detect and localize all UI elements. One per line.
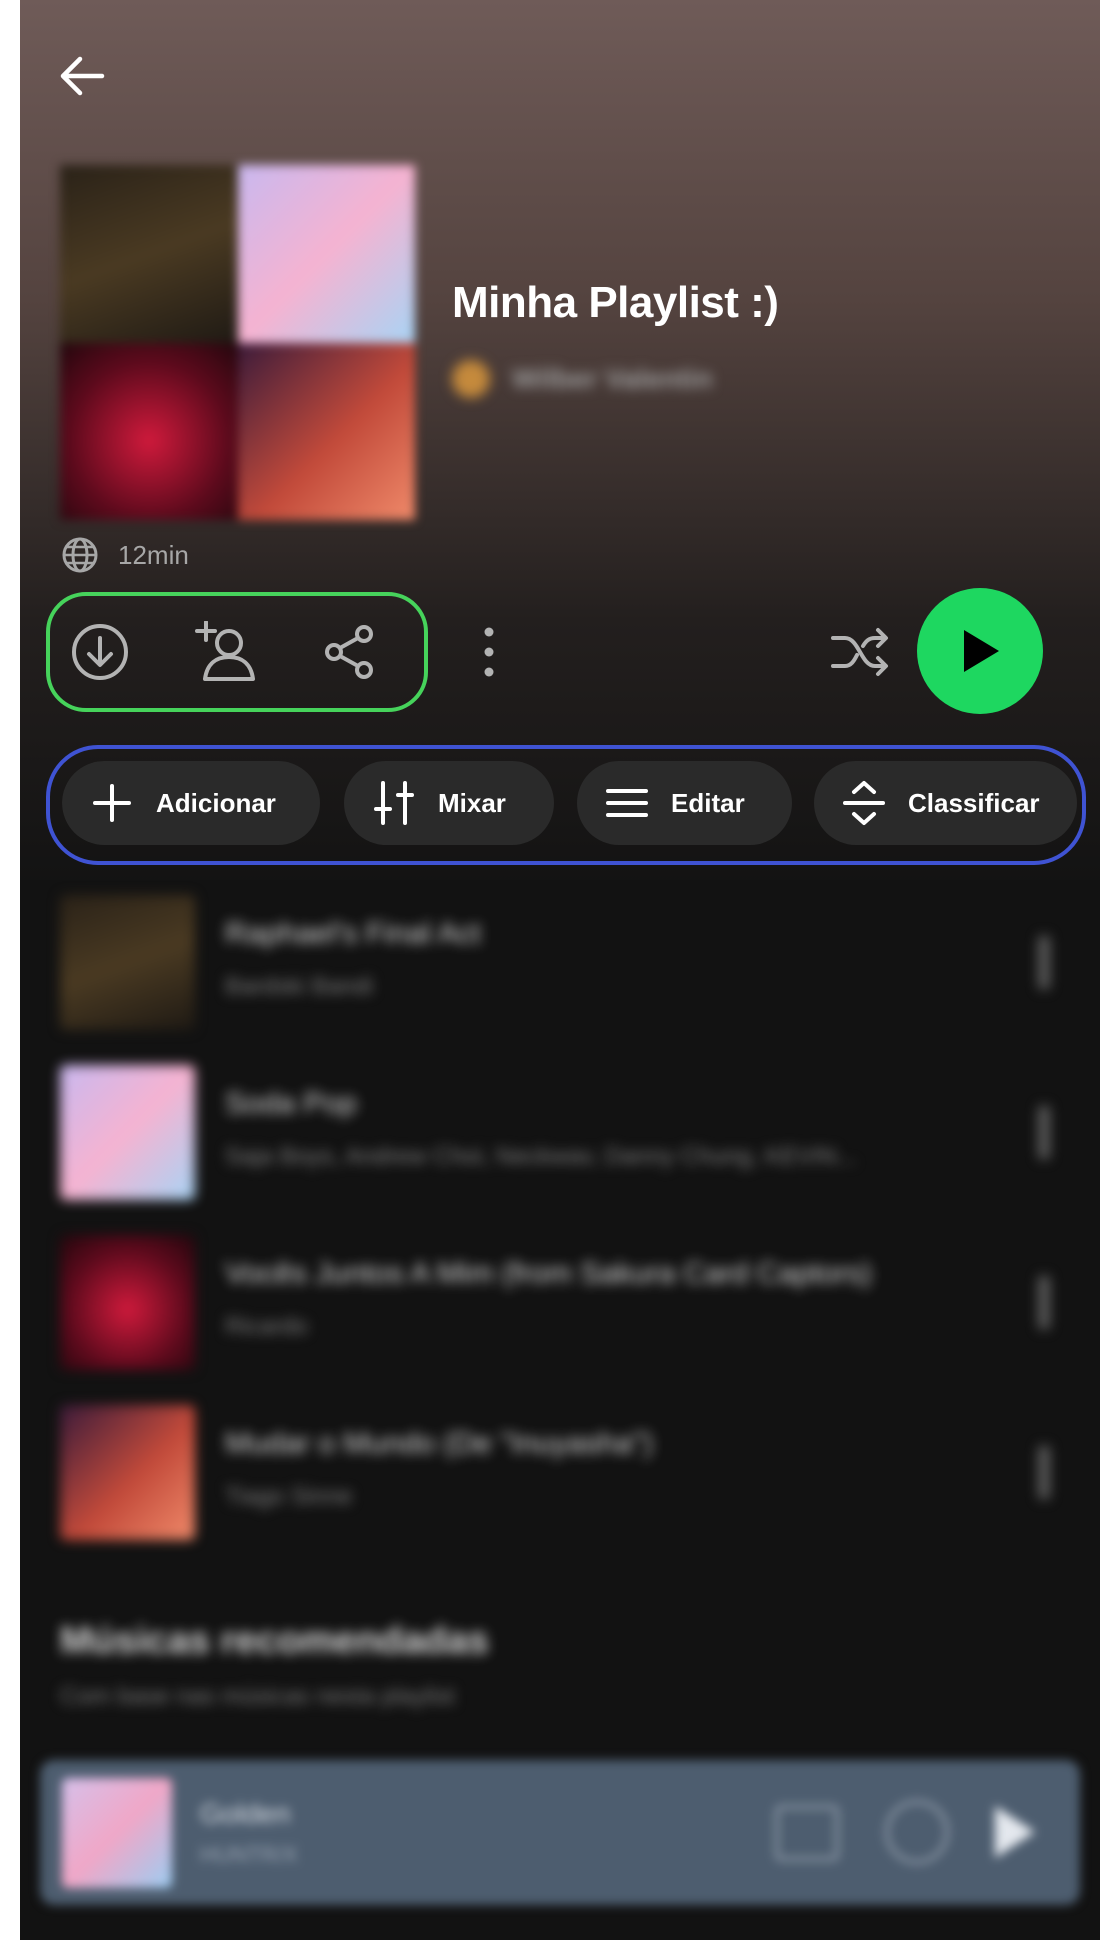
list-icon <box>605 781 649 825</box>
track-row[interactable]: Mudar o Mundo (De "Inuyasha") Tiago Sinn… <box>60 1405 1060 1540</box>
play-icon <box>964 630 999 672</box>
playlist-duration: 12min <box>118 539 189 570</box>
owner-name: Wilber Valentin <box>512 363 713 394</box>
devices-icon[interactable] <box>775 1805 839 1861</box>
track-artwork <box>60 1405 195 1540</box>
track-artist: Tiago Sinne <box>225 1483 353 1510</box>
download-button[interactable] <box>60 612 140 692</box>
playlist-cover <box>60 165 415 520</box>
track-title: Vocês Juntos A Mim (from Sakura Card Cap… <box>225 1257 872 1290</box>
sliders-icon <box>372 781 416 825</box>
sort-icon <box>842 781 886 825</box>
mini-player-artist: HUNTR/X <box>200 1842 298 1867</box>
track-row[interactable]: Soda Pop Saja Boys, Andrew Choi, Neckwav… <box>60 1065 1060 1200</box>
track-artist: Ricardo <box>225 1313 308 1340</box>
recommended-heading: Músicas recomendadas <box>60 1620 489 1662</box>
add-user-icon <box>195 621 255 681</box>
add-collaborator-button[interactable] <box>182 612 268 692</box>
download-icon <box>72 624 128 680</box>
sort-chip-label: Classificar <box>908 787 1040 818</box>
playlist-title: Minha Playlist :) <box>452 278 779 327</box>
add-chip[interactable]: Adicionar <box>62 761 320 845</box>
track-row[interactable]: Vocês Juntos A Mim (from Sakura Card Cap… <box>60 1235 1060 1370</box>
track-more-icon[interactable] <box>1038 935 1050 990</box>
track-title: Soda Pop <box>225 1087 357 1120</box>
share-icon <box>325 625 373 679</box>
track-more-icon[interactable] <box>1038 1275 1050 1330</box>
track-artwork <box>60 1065 195 1200</box>
add-to-library-icon[interactable] <box>885 1800 949 1864</box>
share-button[interactable] <box>310 612 390 692</box>
playlist-owner[interactable]: Wilber Valentin <box>452 360 712 398</box>
mini-player[interactable]: Golden HUNTR/X <box>40 1760 1080 1905</box>
chip-row: Adicionar Mixar Editar Classificar <box>62 761 1077 845</box>
back-button[interactable] <box>46 40 118 112</box>
shuffle-button[interactable] <box>820 612 900 692</box>
add-chip-label: Adicionar <box>156 787 276 818</box>
mini-player-title: Golden <box>200 1798 291 1829</box>
globe-icon <box>62 537 98 573</box>
track-artwork <box>60 895 195 1030</box>
track-artist: Saja Boys, Andrew Choi, Neckwav, Danny C… <box>225 1143 857 1170</box>
track-title: Raphael's Final Act <box>225 917 481 950</box>
track-more-icon[interactable] <box>1038 1445 1050 1500</box>
track-more-icon[interactable] <box>1038 1105 1050 1160</box>
edit-chip[interactable]: Editar <box>577 761 792 845</box>
plus-icon <box>90 781 134 825</box>
track-row[interactable]: Raphael's Final Act Bardski Bandi <box>60 895 1060 1030</box>
track-artist: Bardski Bandi <box>225 973 374 1000</box>
edit-chip-label: Editar <box>671 787 745 818</box>
more-options-button[interactable] <box>464 612 514 692</box>
recommended-section: Músicas recomendadas Com base nas música… <box>60 1620 489 1711</box>
more-vertical-icon <box>484 627 494 677</box>
play-button[interactable] <box>917 588 1043 714</box>
mini-player-artwork <box>62 1778 172 1888</box>
arrow-left-icon <box>60 56 105 96</box>
avatar <box>452 360 490 398</box>
recommended-subtitle: Com base nas músicas nesta playlist <box>60 1683 455 1710</box>
shuffle-icon <box>831 628 888 676</box>
sort-chip[interactable]: Classificar <box>814 761 1077 845</box>
playlist-meta: 12min <box>60 535 189 575</box>
mix-chip[interactable]: Mixar <box>344 761 554 845</box>
track-artwork <box>60 1235 195 1370</box>
mix-chip-label: Mixar <box>438 787 506 818</box>
track-title: Mudar o Mundo (De "Inuyasha") <box>225 1427 654 1460</box>
playlist-screen: Minha Playlist :) Wilber Valentin 12min <box>20 0 1100 1940</box>
mini-play-icon[interactable] <box>995 1806 1035 1858</box>
